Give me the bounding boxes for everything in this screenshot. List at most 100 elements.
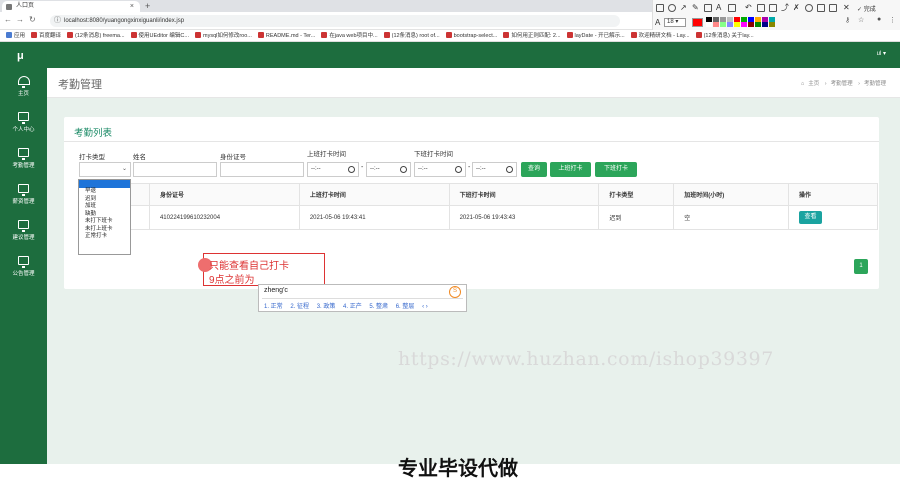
clock-out-button[interactable]: 下班打卡 [595,162,637,177]
color-swatch[interactable] [769,22,775,27]
clock-icon[interactable] [400,166,407,173]
color-swatch[interactable] [741,22,747,27]
clock-in-start-input[interactable]: --:-- [307,162,359,177]
bookmark-item[interactable]: 百度翻译 [31,30,61,41]
sidebar-item[interactable]: 薪资管理 [0,180,47,214]
mosaic-tool-icon[interactable] [704,4,712,12]
ime-candidate[interactable]: 1. 正常 [264,304,283,310]
download-tool-icon[interactable] [817,4,825,12]
share-tool-icon[interactable] [829,4,837,12]
view-button[interactable]: 查看 [799,211,823,224]
back-icon[interactable]: ← [4,15,12,24]
site-info-icon[interactable]: ⓘ [54,17,61,25]
clock-out-start-input[interactable]: --:-- [414,162,466,177]
color-palette[interactable] [706,17,826,27]
sidebar-item[interactable]: 建议管理 [0,216,47,250]
clock-icon[interactable] [506,166,513,173]
clock-in-end-input[interactable]: --:-- [366,162,411,177]
dropdown-option[interactable]: 早退 [79,188,130,196]
bookmark-item[interactable]: 如何用正则匹配: 2... [503,30,561,41]
star-icon[interactable]: ☆ [858,16,864,24]
dropdown-selected-option[interactable] [79,180,130,188]
search-button[interactable]: 查询 [521,162,547,177]
bookmark-item[interactable]: layDate - 开已解示... [566,30,625,41]
reload-icon[interactable]: ↻ [29,15,36,24]
bookmark-item[interactable]: bootstrap-select... [445,30,497,41]
bookmark-item[interactable]: README.md - Ter... [257,30,315,41]
ime-candidate[interactable]: 6. 整层 [396,304,415,310]
color-swatch[interactable] [727,22,733,27]
pagination-page-1[interactable]: 1 [854,259,868,274]
sidebar-item[interactable]: 个人中心 [0,108,47,142]
sidebar-item[interactable]: 考勤管理 [0,144,47,178]
color-swatch[interactable] [713,22,719,27]
pin-tool-icon[interactable]: ⤴ [781,4,789,12]
tab-close-icon[interactable]: × [130,1,134,12]
clock-out-end-input[interactable]: --:-- [472,162,517,177]
clock-in-button[interactable]: 上班打卡 [550,162,591,177]
dropdown-option[interactable]: 未打上班卡 [79,226,130,234]
forward-icon[interactable]: → [16,15,24,24]
bookmark-favicon-icon [566,32,573,38]
url-field[interactable]: ⓘ localhost:8080/yuangongxinxiguanli/ind… [50,15,620,27]
breadcrumb-home[interactable]: 主页 [808,81,819,87]
new-tab-button[interactable]: + [145,0,150,12]
name-filter-input[interactable] [133,162,217,177]
pen-tool-icon[interactable]: ✎ [692,4,700,12]
done-button[interactable]: ✓ 完成 [857,4,876,13]
profile-icon[interactable]: ● [877,16,881,23]
ime-candidate[interactable]: 4. 正产 [343,304,362,310]
browser-tab[interactable]: 人口页 × [2,1,140,12]
ime-candidate[interactable]: 3. 政策 [317,304,336,310]
color-swatch[interactable] [734,22,740,27]
key-icon[interactable]: ⚷ [845,16,850,24]
dropdown-option[interactable]: 未打下班卡 [79,218,130,226]
menu-icon[interactable]: ⋮ [889,16,896,24]
arrow-tool-icon[interactable]: ↗ [680,4,688,12]
bookmark-item[interactable]: 在java web项目中... [321,30,378,41]
ime-candidate[interactable]: 2. 征程 [290,304,309,310]
clock-icon[interactable] [455,166,462,173]
id-filter-input[interactable] [220,162,304,177]
bookmark-label: 欢迎精研文档 - Lay... [638,33,690,39]
cross-tool-icon[interactable]: ✗ [793,4,801,12]
color-swatch[interactable] [720,22,726,27]
ime-candidate[interactable]: 5. 整肃 [369,304,388,310]
bookmark-favicon-icon [383,32,390,38]
color-swatch[interactable] [706,22,712,27]
color-swatch[interactable] [755,22,761,27]
breadcrumb-section[interactable]: 考勤管理 [831,81,853,87]
dropdown-option[interactable]: 加班 [79,203,130,211]
dropdown-option[interactable]: 迟到 [79,196,130,204]
undo-icon[interactable]: ↶ [745,4,753,12]
type-filter-select[interactable]: ⌄ [79,162,131,177]
bookmark-item[interactable]: 欢迎精研文档 - Lay... [630,30,690,41]
clock-icon[interactable] [348,166,355,173]
bookmark-item[interactable]: 应用 [6,30,25,41]
cancel-tool-icon[interactable]: ✕ [843,4,851,12]
record-tool-icon[interactable] [805,4,813,12]
dropdown-option[interactable]: 正常打卡 [79,233,130,241]
sticker-tool-icon[interactable] [728,4,736,12]
bookmark-item[interactable]: (12条消息) root of... [383,30,440,41]
color-swatch[interactable] [748,22,754,27]
action-cell: 查看 [788,205,878,230]
sidebar-item[interactable]: 主页 [0,72,47,106]
bookmark-item[interactable]: (12条消息) 关于lay... [695,30,754,41]
ellipse-tool-icon[interactable] [668,4,676,12]
font-size-select[interactable]: 18 ▾ [664,18,686,27]
dropdown-option[interactable]: 缺勤 [79,211,130,219]
save-tool-icon[interactable] [757,4,765,12]
rectangle-tool-icon[interactable] [656,4,664,12]
current-color-swatch[interactable] [692,18,703,27]
bookmark-item[interactable]: (12条消息) freema... [67,30,125,41]
text-tool-icon[interactable]: A [716,4,724,12]
copy-tool-icon[interactable] [769,4,777,12]
ime-page-arrows[interactable]: ‹ › [422,304,428,310]
color-swatch[interactable] [762,22,768,27]
bookmark-item[interactable]: 使用UEditor 编辑C... [130,30,189,41]
user-menu[interactable]: ul ▾ [877,50,886,57]
sidebar-item[interactable]: 公告管理 [0,252,47,286]
name-filter-label: 姓名 [133,154,146,161]
bookmark-item[interactable]: mysql如何修改roo... [194,30,252,41]
